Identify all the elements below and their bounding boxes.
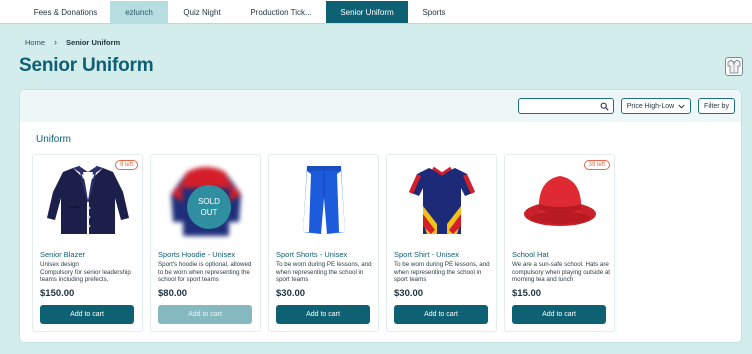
product-image[interactable] [273, 159, 374, 241]
add-to-cart-button[interactable]: Add to cart [394, 305, 488, 324]
uniform-shirt-icon [725, 57, 743, 76]
product-card[interactable]: SOLD OUT Sports Hoodie - Unisex Sport's h… [150, 154, 261, 332]
product-image[interactable] [391, 159, 492, 241]
add-to-cart-button[interactable]: Add to cart [158, 305, 252, 324]
breadcrumb: Home › Senior Uniform [25, 37, 120, 47]
sold-out-text-1: SOLD [198, 197, 220, 206]
panel-toolbar: Price High-Low Filter by [20, 90, 741, 122]
product-price: $15.00 [512, 288, 542, 299]
product-price: $80.00 [158, 288, 188, 299]
chevron-down-icon [678, 104, 685, 109]
stock-badge: 39 left [583, 160, 610, 170]
product-name[interactable]: Sports Hoodie - Unisex [158, 250, 235, 259]
search-icon [600, 102, 609, 111]
add-to-cart-button[interactable]: Add to cart [276, 305, 370, 324]
product-description: To be worn during PE lessons, and when r… [276, 261, 372, 283]
product-image[interactable]: SOLD OUT [155, 159, 256, 241]
breadcrumb-current: Senior Uniform [66, 37, 121, 47]
page-title: Senior Uniform [19, 55, 154, 76]
stock-badge: 9 left [114, 160, 138, 170]
product-card[interactable]: 39 left School Hat We are a sun-safe sch… [504, 154, 615, 332]
product-description: We are a sun-safe school. Hats are compu… [512, 261, 611, 283]
tab-production-tickets[interactable]: Production Tick... [236, 1, 326, 23]
product-card[interactable]: Sport Shirt - Unisex To be worn during P… [386, 154, 497, 332]
add-to-cart-button[interactable]: Add to cart [512, 305, 606, 324]
product-description: Unisex design Compulsory for senior lead… [40, 261, 131, 283]
product-name[interactable]: School Hat [512, 250, 549, 259]
tab-fees-donations[interactable]: Fees & Donations [21, 1, 110, 23]
filter-button[interactable]: Filter by [698, 98, 735, 114]
product-description: To be worn during PE lessons, and when r… [394, 261, 490, 283]
tab-sports[interactable]: Sports [408, 1, 460, 23]
sort-dropdown[interactable]: Price High-Low [621, 98, 691, 114]
breadcrumb-home[interactable]: Home [25, 38, 45, 47]
product-price: $30.00 [394, 288, 424, 299]
product-card[interactable]: Sport Shorts - Unisex To be worn during … [268, 154, 379, 332]
sold-out-badge: SOLD OUT [187, 185, 231, 229]
product-name[interactable]: Sport Shorts - Unisex [276, 250, 347, 259]
sold-out-text-2: OUT [200, 208, 218, 217]
tab-quiz-night[interactable]: Quiz Night [168, 1, 236, 23]
tab-senior-uniform[interactable]: Senior Uniform [326, 1, 408, 23]
products-panel: Price High-Low Filter by Uniform 9 left … [19, 89, 742, 343]
product-price: $30.00 [276, 288, 306, 299]
product-name[interactable]: Senior Blazer [40, 250, 85, 259]
product-image[interactable] [509, 159, 610, 241]
add-to-cart-button[interactable]: Add to cart [40, 305, 134, 324]
breadcrumb-separator: › [54, 37, 58, 47]
sort-label: Price High-Low [626, 102, 675, 110]
tab-bar: Fees & Donations ezlunch Quiz Night Prod… [0, 0, 752, 24]
section-title: Uniform [36, 134, 72, 145]
product-name[interactable]: Sport Shirt - Unisex [394, 250, 459, 259]
product-image[interactable] [37, 159, 138, 241]
tab-ezlunch[interactable]: ezlunch [110, 1, 168, 23]
product-price: $150.00 [40, 288, 75, 299]
product-card[interactable]: 9 left Senior Blazer Unisex design Compu… [32, 154, 143, 332]
search-input[interactable] [518, 98, 614, 114]
product-description: Sport's hoodie is optional, allowed to b… [158, 261, 252, 283]
